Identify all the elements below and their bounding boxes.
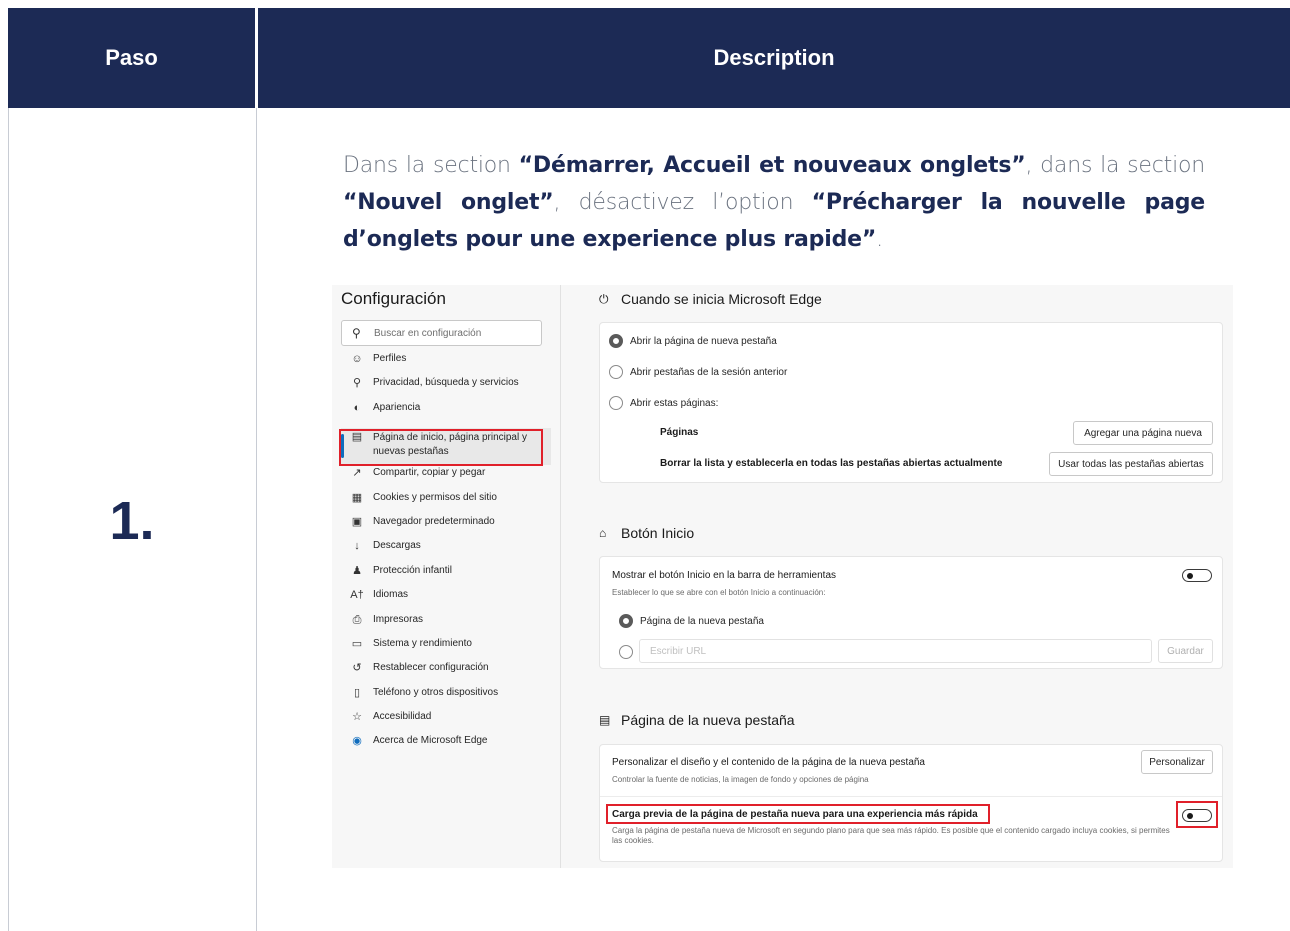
startup-card: Abrir la página de nueva pestaña Abrir p… [599, 322, 1223, 483]
radio-unselected [619, 645, 633, 659]
radio-unselected [609, 396, 623, 410]
show-home-toggle[interactable] [1182, 569, 1212, 582]
highlight-sidebar-item [339, 429, 543, 466]
home-url-input[interactable]: Escribir URL [639, 639, 1152, 663]
preload-description: Carga la página de pestaña nueva de Micr… [612, 826, 1170, 845]
search-icon: ⚲ [352, 326, 361, 340]
add-page-button[interactable]: Agregar una página nueva [1073, 421, 1213, 445]
sidebar-item-accessibility[interactable]: ☆ Accesibilidad [341, 711, 551, 735]
power-icon: ⏻ [599, 291, 609, 306]
use-all-tabs-button[interactable]: Usar todas las pestañas abiertas [1049, 452, 1213, 476]
sidebar-item-cookies[interactable]: ▦ Cookies y permisos del sitio [341, 492, 551, 516]
instruction-subsection-name: “Nouvel onglet” [343, 190, 554, 215]
customize-label: Personalizar el diseño y el contenido de… [612, 757, 925, 768]
printer-icon: ⎙ [352, 613, 362, 626]
sidebar-item-appearance[interactable]: ◐ Apariencia [341, 402, 551, 426]
table-column-divider [256, 108, 257, 931]
browser-icon: ▣ [351, 515, 363, 528]
sidebar-item-phone[interactable]: ▯ Teléfono y otros dispositivos [341, 687, 551, 711]
instruction-text: , désactivez l’option [553, 190, 812, 215]
settings-nav: ☺ Perfiles ⚲ Privacidad, búsqueda y servic… [341, 353, 551, 760]
lock-icon: ⚲ [352, 377, 362, 390]
instruction-section-name: “Démarrer, Accueil et nouveaux onglets” [518, 153, 1026, 178]
radio-selected [619, 614, 633, 628]
clear-list-label: Borrar la lista y establecerla en todas … [660, 458, 1003, 469]
instruction-text: , dans la section [1025, 153, 1206, 178]
cookies-icon: ▦ [351, 491, 363, 504]
instruction-text: Dans la section [343, 153, 519, 178]
reset-icon: ↺ [352, 662, 362, 675]
sidebar-item-languages[interactable]: A† Idiomas [341, 589, 551, 613]
sidebar-item-printers[interactable]: ⎙ Impresoras [341, 614, 551, 638]
card-separator [600, 796, 1222, 797]
step-number: 1. [109, 491, 155, 551]
customize-button[interactable]: Personalizar [1141, 750, 1213, 774]
radio-open-new-tab[interactable]: Abrir la página de nueva pestaña [609, 334, 777, 348]
header-description-column: Description [713, 45, 835, 70]
show-home-description: Establecer lo que se abre con el botón I… [612, 588, 826, 597]
save-url-button[interactable]: Guardar [1158, 639, 1213, 663]
sidebar-item-system[interactable]: ▭ Sistema y rendimiento [341, 638, 551, 662]
appearance-icon: ◐ [353, 401, 361, 414]
section-home-button-title: ⌂ Botón Inicio [599, 525, 695, 541]
show-home-label: Mostrar el botón Inicio en la barra de h… [612, 570, 837, 581]
step-instruction: Dans la section “Démarrer, Accueil et no… [343, 147, 1205, 258]
sidebar-item-privacy[interactable]: ⚲ Privacidad, búsqueda y servicios [341, 377, 551, 401]
sidebar-item-reset[interactable]: ↺ Restablecer configuración [341, 662, 551, 686]
settings-main: ⏻ Cuando se inicia Microsoft Edge Abrir l… [562, 285, 1233, 868]
search-placeholder: Buscar en configuración [374, 327, 482, 339]
sidebar-item-profiles[interactable]: ☺ Perfiles [341, 353, 551, 377]
newtab-icon: ▤ [599, 713, 611, 727]
radio-selected [609, 334, 623, 348]
radio-home-new-tab[interactable]: Página de la nueva pestaña [619, 614, 764, 628]
radio-unselected [609, 365, 623, 379]
sidebar-item-family[interactable]: ♟ Protección infantil [341, 565, 551, 589]
sidebar-item-downloads[interactable]: ↓ Descargas [341, 540, 551, 564]
home-button-card: Mostrar el botón Inicio en la barra de h… [599, 556, 1223, 669]
download-icon: ↓ [354, 540, 360, 553]
profile-icon: ☺ [351, 353, 363, 365]
sidebar-item-default-browser[interactable]: ▣ Navegador predeterminado [341, 516, 551, 540]
phone-icon: ▯ [353, 686, 361, 699]
section-startup-title: ⏻ Cuando se inicia Microsoft Edge [599, 291, 822, 307]
radio-open-previous-session[interactable]: Abrir pestañas de la sesión anterior [609, 365, 787, 379]
edge-icon: ◉ [352, 735, 362, 748]
header-step-column: Paso [105, 45, 158, 70]
radio-open-these-pages[interactable]: Abrir estas páginas: [609, 396, 718, 410]
instruction-text: . [876, 227, 883, 252]
share-icon: ↗ [352, 467, 362, 480]
settings-sidebar: Configuración ⚲ Buscar en configuración … [332, 285, 561, 868]
language-icon: A† [350, 589, 364, 602]
settings-search[interactable]: ⚲ Buscar en configuración [341, 320, 542, 346]
family-icon: ♟ [352, 564, 362, 577]
highlight-preload-toggle [1176, 801, 1218, 828]
customize-description: Controlar la fuente de noticias, la imag… [612, 775, 869, 784]
home-icon: ⌂ [599, 526, 607, 540]
section-new-tab-title: ▤ Página de la nueva pestaña [599, 712, 795, 728]
settings-title: Configuración [341, 289, 446, 308]
sidebar-item-about[interactable]: ◉ Acerca de Microsoft Edge [341, 735, 551, 759]
highlight-preload-label [606, 804, 990, 824]
settings-screenshot: Configuración ⚲ Buscar en configuración … [332, 285, 1233, 868]
pages-label: Páginas [660, 427, 699, 438]
accessibility-icon: ☆ [352, 711, 362, 724]
laptop-icon: ▭ [351, 637, 363, 650]
new-tab-card: Personalizar el diseño y el contenido de… [599, 744, 1223, 862]
radio-home-url[interactable] [619, 645, 640, 659]
sidebar-item-share[interactable]: ↗ Compartir, copiar y pegar [341, 467, 551, 491]
